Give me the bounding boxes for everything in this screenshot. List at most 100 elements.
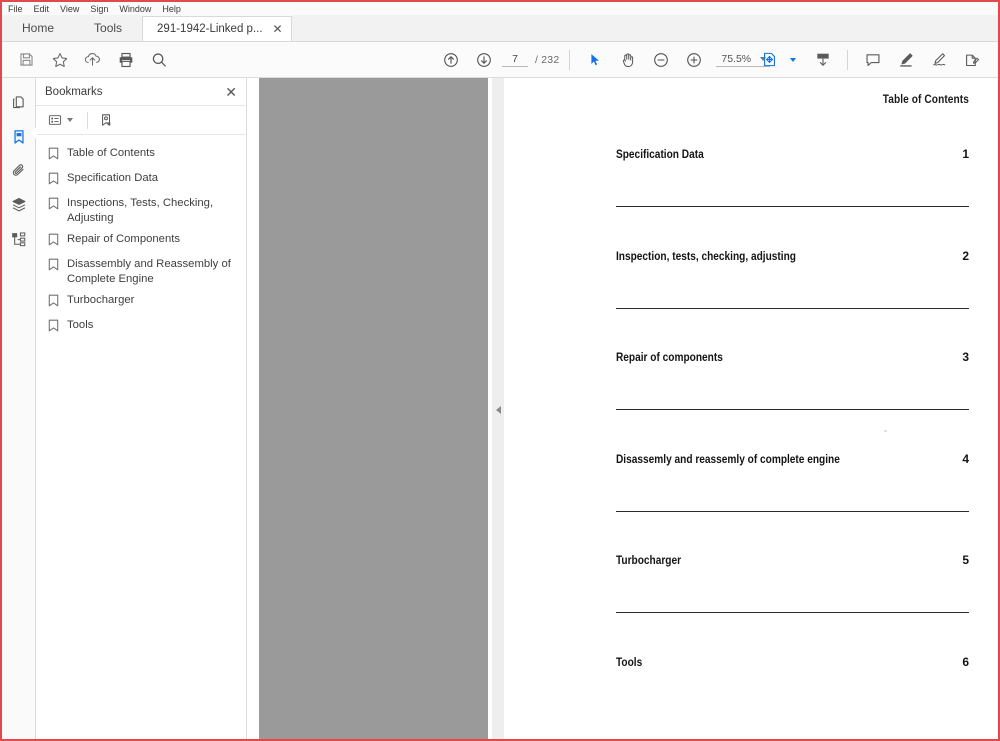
download-icon[interactable] [806,45,839,75]
cloud-upload-icon[interactable] [76,45,109,75]
pdf-page: Table of Contents Specification Data 1 I… [488,78,998,740]
toc-entry[interactable]: Tools 6 [616,646,969,740]
bookmark-label: Tools [67,319,94,331]
bookmarks-panel-title: Bookmarks [45,85,103,98]
comment-icon[interactable] [856,45,889,75]
panel-toolbar-divider [87,111,88,129]
main-toolbar: / 232 [2,42,998,78]
bookmark-icon [48,319,59,337]
star-icon[interactable] [43,45,76,75]
bookmark-label: Inspections, Tests, Checking, Adjusting [67,197,214,224]
chevron-down-icon [67,118,73,122]
toc-entry[interactable]: Specification Data 1 [616,138,969,240]
zoom-level-value: 75.5% [721,52,752,65]
page-fit-chevron-down-icon[interactable] [790,57,796,62]
home-button[interactable]: Home [2,15,75,41]
menu-item-window[interactable]: Window [119,2,158,16]
toc-entry-page: 3 [962,350,969,364]
toc-entry-title: Tools [616,656,643,669]
menu-item-view[interactable]: View [60,2,86,16]
tags-icon[interactable] [2,222,36,256]
bookmark-icon [48,197,59,215]
bookmark-item[interactable]: Inspections, Tests, Checking, Adjusting [36,193,246,229]
toc-entry[interactable]: Turbocharger 5 [616,544,969,646]
menu-item-file[interactable]: File [8,2,30,16]
workspace: Bookmarks ✕ Table of Contents Specificat… [2,78,998,740]
page-fit-icon[interactable] [753,45,786,75]
toc-entry-title: Inspection, tests, checking, adjusting [616,250,796,263]
tab-bar-filler [291,15,998,41]
bookmark-item[interactable]: Disassembly and Reassembly of Complete E… [36,254,246,290]
menu-item-sign[interactable]: Sign [90,2,115,16]
toolbar-left-group [2,45,175,75]
zoom-in-icon[interactable] [677,45,710,75]
document-tab[interactable]: 291-1942-Linked p... ✕ [142,16,292,41]
zoom-out-icon[interactable] [644,45,677,75]
bookmarks-panel-toolbar [36,105,246,135]
highlight-icon[interactable] [889,45,922,75]
toc-entry[interactable]: Inspection, tests, checking, adjusting 2 [616,240,969,342]
toc-entry-page: 5 [962,553,969,567]
toc-divider [616,307,969,309]
document-viewer[interactable]: Table of Contents Specification Data 1 I… [247,78,998,740]
bookmark-item[interactable]: Repair of Components [36,229,246,254]
toc-divider [616,409,969,410]
toc-divider [616,206,969,207]
panel-collapse-handle[interactable] [492,78,504,739]
viewer-canvas-background [259,78,488,739]
bookmark-label: Disassembly and Reassembly of Complete E… [67,258,231,285]
save-icon[interactable] [10,45,43,75]
new-bookmark-icon[interactable] [95,109,118,131]
toc-entry[interactable]: Disassemly and reassemly of complete eng… [616,443,969,545]
print-icon[interactable] [109,45,142,75]
toc-divider [616,510,969,512]
bookmark-label: Specification Data [67,172,159,184]
toc-entry-title: Repair of components [616,352,723,364]
tools-button[interactable]: Tools [74,15,143,41]
chevron-left-icon [495,405,501,414]
bookmark-label: Table of Contents [67,147,155,159]
bookmark-item[interactable]: Tools [36,315,246,340]
table-of-contents: Specification Data 1 Inspection, tests, … [616,138,969,740]
toc-divider [616,612,969,613]
search-icon[interactable] [142,45,175,75]
bookmarks-icon[interactable] [2,120,37,154]
page-thumbnails-icon[interactable] [2,86,36,120]
share-icon[interactable] [955,45,988,75]
toc-entry-page: 1 [962,147,969,161]
navigation-rail [2,78,37,739]
tab-bar: Home Tools 291-1942-Linked p... ✕ [2,15,998,42]
bookmark-item[interactable]: Turbocharger [36,290,246,315]
menu-bar: File Edit View Sign Window Help [2,2,998,16]
menu-item-edit[interactable]: Edit [34,2,57,16]
close-icon[interactable]: ✕ [273,23,283,35]
bookmark-icon [48,147,59,165]
bookmark-item[interactable]: Table of Contents [36,143,246,168]
attachments-icon[interactable] [2,154,36,188]
bookmark-label: Turbocharger [67,294,135,306]
next-page-icon[interactable] [467,45,500,75]
select-cursor-icon[interactable] [578,45,611,75]
hand-tool-icon[interactable] [611,45,644,75]
bookmark-item[interactable]: Specification Data [36,168,246,193]
page-number-input[interactable] [502,52,528,67]
previous-page-icon[interactable] [434,45,467,75]
close-icon[interactable]: ✕ [225,85,237,99]
bookmarks-panel-header: Bookmarks ✕ [36,78,246,105]
layers-icon[interactable] [2,188,36,222]
sign-icon[interactable] [922,45,955,75]
toolbar-center-group: / 232 [434,45,771,75]
acrobat-window: File Edit View Sign Window Help Home Too… [0,0,1000,741]
toolbar-right-group [753,45,988,75]
menu-item-help[interactable]: Help [162,2,188,16]
bookmark-icon [48,294,59,312]
page-navigation: / 232 [502,52,559,67]
toolbar-divider-1 [569,49,571,70]
toc-entry[interactable]: Repair of components 3 [616,341,969,443]
bookmark-options-icon[interactable] [44,109,80,131]
toc-entry-page: 4 [962,451,969,466]
toc-entry-page: 2 [962,248,969,263]
bookmark-icon [48,258,59,276]
bookmark-list: Table of Contents Specification Data Ins… [36,135,246,340]
toc-entry-title: Turbocharger [616,555,682,567]
